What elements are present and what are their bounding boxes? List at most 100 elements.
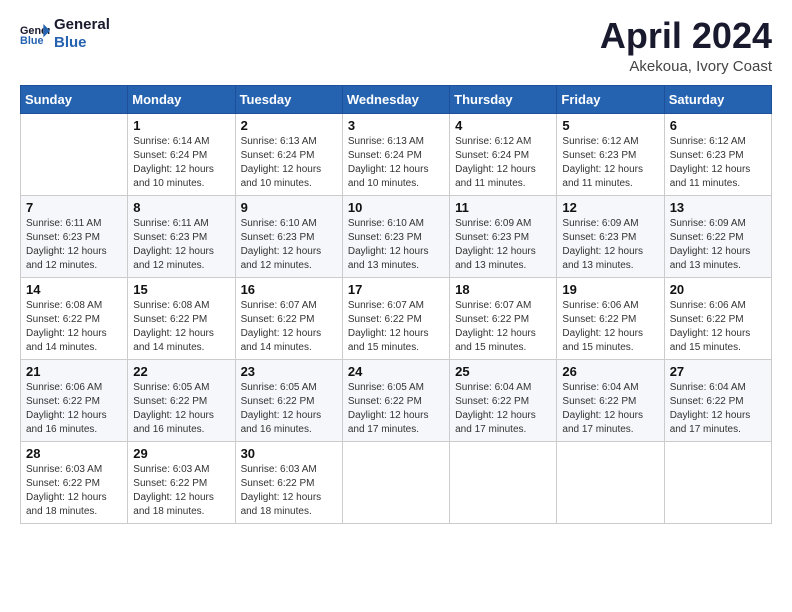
calendar-cell: 13 Sunrise: 6:09 AM Sunset: 6:22 PM Dayli…	[664, 195, 771, 277]
calendar-cell	[450, 441, 557, 523]
calendar-cell: 5Sunrise: 6:12 AM Sunset: 6:23 PM Daylig…	[557, 113, 664, 195]
calendar-week-row: 28Sunrise: 6:03 AM Sunset: 6:22 PM Dayli…	[21, 441, 772, 523]
day-info: Sunrise: 6:04 AM Sunset: 6:22 PM Dayligh…	[670, 381, 766, 437]
logo: General Blue General Blue	[20, 16, 110, 52]
day-number: 1	[133, 118, 229, 133]
day-info: Sunrise: 6:04 AM Sunset: 6:22 PM Dayligh…	[455, 381, 551, 437]
day-info: Sunrise: 6:12 AM Sunset: 6:24 PM Dayligh…	[455, 135, 551, 191]
day-number: 19	[562, 282, 658, 297]
calendar-cell: 20 Sunrise: 6:06 AM Sunset: 6:22 PM Dayli…	[664, 277, 771, 359]
calendar-week-row: 7 Sunrise: 6:11 AM Sunset: 6:23 PM Daylig…	[21, 195, 772, 277]
day-number: 4	[455, 118, 551, 133]
calendar-cell	[557, 441, 664, 523]
calendar-cell: 21 Sunrise: 6:06 AM Sunset: 6:22 PM Dayli…	[21, 359, 128, 441]
calendar-cell	[21, 113, 128, 195]
day-info: Sunrise: 6:03 AM Sunset: 6:22 PM Dayligh…	[26, 463, 122, 519]
svg-text:Blue: Blue	[20, 35, 43, 46]
calendar-cell: 4 Sunrise: 6:12 AM Sunset: 6:24 PM Daylig…	[450, 113, 557, 195]
calendar-cell: 9Sunrise: 6:10 AM Sunset: 6:23 PM Daylig…	[235, 195, 342, 277]
day-number: 20	[670, 282, 766, 297]
calendar-cell: 18 Sunrise: 6:07 AM Sunset: 6:22 PM Dayli…	[450, 277, 557, 359]
calendar-week-row: 21 Sunrise: 6:06 AM Sunset: 6:22 PM Dayli…	[21, 359, 772, 441]
day-number: 22	[133, 364, 229, 379]
col-header-monday: Monday	[128, 85, 235, 113]
calendar-cell: 10 Sunrise: 6:10 AM Sunset: 6:23 PM Dayli…	[342, 195, 449, 277]
header: General Blue General Blue April 2024 Ake…	[20, 16, 772, 75]
calendar-cell: 12 Sunrise: 6:09 AM Sunset: 6:23 PM Dayli…	[557, 195, 664, 277]
logo-wordmark: General Blue	[54, 16, 110, 52]
calendar-cell: 22 Sunrise: 6:05 AM Sunset: 6:22 PM Dayli…	[128, 359, 235, 441]
col-header-thursday: Thursday	[450, 85, 557, 113]
col-header-friday: Friday	[557, 85, 664, 113]
day-number: 23	[241, 364, 337, 379]
calendar-cell: 6 Sunrise: 6:12 AM Sunset: 6:23 PM Daylig…	[664, 113, 771, 195]
day-info: Sunrise: 6:04 AM Sunset: 6:22 PM Dayligh…	[562, 381, 658, 437]
logo-icon: General Blue	[20, 22, 50, 46]
day-number: 16	[241, 282, 337, 297]
day-number: 15	[133, 282, 229, 297]
day-number: 3	[348, 118, 444, 133]
day-number: 7	[26, 200, 122, 215]
day-info: Sunrise: 6:08 AM Sunset: 6:22 PM Dayligh…	[26, 299, 122, 355]
day-info: Sunrise: 6:06 AM Sunset: 6:22 PM Dayligh…	[670, 299, 766, 355]
day-info: Sunrise: 6:13 AM Sunset: 6:24 PM Dayligh…	[348, 135, 444, 191]
day-info: Sunrise: 6:12 AM Sunset: 6:23 PM Dayligh…	[562, 135, 658, 191]
calendar-table: SundayMondayTuesdayWednesdayThursdayFrid…	[20, 85, 772, 524]
day-info: Sunrise: 6:10 AM Sunset: 6:23 PM Dayligh…	[348, 217, 444, 273]
day-number: 6	[670, 118, 766, 133]
calendar-cell: 29 Sunrise: 6:03 AM Sunset: 6:22 PM Dayli…	[128, 441, 235, 523]
calendar-cell: 7 Sunrise: 6:11 AM Sunset: 6:23 PM Daylig…	[21, 195, 128, 277]
day-number: 25	[455, 364, 551, 379]
calendar-cell: 19 Sunrise: 6:06 AM Sunset: 6:22 PM Dayli…	[557, 277, 664, 359]
calendar-cell: 28Sunrise: 6:03 AM Sunset: 6:22 PM Dayli…	[21, 441, 128, 523]
day-number: 11	[455, 200, 551, 215]
day-number: 27	[670, 364, 766, 379]
calendar-cell: 17 Sunrise: 6:07 AM Sunset: 6:22 PM Dayli…	[342, 277, 449, 359]
day-number: 2	[241, 118, 337, 133]
day-info: Sunrise: 6:03 AM Sunset: 6:22 PM Dayligh…	[133, 463, 229, 519]
day-info: Sunrise: 6:11 AM Sunset: 6:23 PM Dayligh…	[133, 217, 229, 273]
calendar-cell: 15 Sunrise: 6:08 AM Sunset: 6:22 PM Dayli…	[128, 277, 235, 359]
day-number: 17	[348, 282, 444, 297]
day-number: 10	[348, 200, 444, 215]
day-number: 8	[133, 200, 229, 215]
day-number: 13	[670, 200, 766, 215]
day-number: 29	[133, 446, 229, 461]
col-header-wednesday: Wednesday	[342, 85, 449, 113]
day-info: Sunrise: 6:12 AM Sunset: 6:23 PM Dayligh…	[670, 135, 766, 191]
calendar-subtitle: Akekoua, Ivory Coast	[600, 58, 772, 75]
day-info: Sunrise: 6:03 AM Sunset: 6:22 PM Dayligh…	[241, 463, 337, 519]
calendar-cell: 26 Sunrise: 6:04 AM Sunset: 6:22 PM Dayli…	[557, 359, 664, 441]
day-info: Sunrise: 6:09 AM Sunset: 6:23 PM Dayligh…	[455, 217, 551, 273]
calendar-cell: 11 Sunrise: 6:09 AM Sunset: 6:23 PM Dayli…	[450, 195, 557, 277]
day-number: 9	[241, 200, 337, 215]
day-number: 30	[241, 446, 337, 461]
calendar-title: April 2024	[600, 16, 772, 56]
day-info: Sunrise: 6:08 AM Sunset: 6:22 PM Dayligh…	[133, 299, 229, 355]
day-info: Sunrise: 6:07 AM Sunset: 6:22 PM Dayligh…	[455, 299, 551, 355]
day-info: Sunrise: 6:09 AM Sunset: 6:23 PM Dayligh…	[562, 217, 658, 273]
day-info: Sunrise: 6:11 AM Sunset: 6:23 PM Dayligh…	[26, 217, 122, 273]
calendar-cell: 1Sunrise: 6:14 AM Sunset: 6:24 PM Daylig…	[128, 113, 235, 195]
calendar-cell: 23 Sunrise: 6:05 AM Sunset: 6:22 PM Dayli…	[235, 359, 342, 441]
col-header-tuesday: Tuesday	[235, 85, 342, 113]
day-info: Sunrise: 6:09 AM Sunset: 6:22 PM Dayligh…	[670, 217, 766, 273]
col-header-sunday: Sunday	[21, 85, 128, 113]
calendar-header-row: SundayMondayTuesdayWednesdayThursdayFrid…	[21, 85, 772, 113]
day-number: 26	[562, 364, 658, 379]
day-info: Sunrise: 6:07 AM Sunset: 6:22 PM Dayligh…	[348, 299, 444, 355]
day-info: Sunrise: 6:06 AM Sunset: 6:22 PM Dayligh…	[26, 381, 122, 437]
day-info: Sunrise: 6:05 AM Sunset: 6:22 PM Dayligh…	[348, 381, 444, 437]
day-info: Sunrise: 6:07 AM Sunset: 6:22 PM Dayligh…	[241, 299, 337, 355]
calendar-cell	[342, 441, 449, 523]
day-number: 12	[562, 200, 658, 215]
day-number: 21	[26, 364, 122, 379]
day-info: Sunrise: 6:05 AM Sunset: 6:22 PM Dayligh…	[133, 381, 229, 437]
day-number: 18	[455, 282, 551, 297]
day-info: Sunrise: 6:05 AM Sunset: 6:22 PM Dayligh…	[241, 381, 337, 437]
day-number: 24	[348, 364, 444, 379]
calendar-cell: 24 Sunrise: 6:05 AM Sunset: 6:22 PM Dayli…	[342, 359, 449, 441]
day-info: Sunrise: 6:06 AM Sunset: 6:22 PM Dayligh…	[562, 299, 658, 355]
title-block: April 2024 Akekoua, Ivory Coast	[600, 16, 772, 75]
calendar-cell: 16 Sunrise: 6:07 AM Sunset: 6:22 PM Dayli…	[235, 277, 342, 359]
